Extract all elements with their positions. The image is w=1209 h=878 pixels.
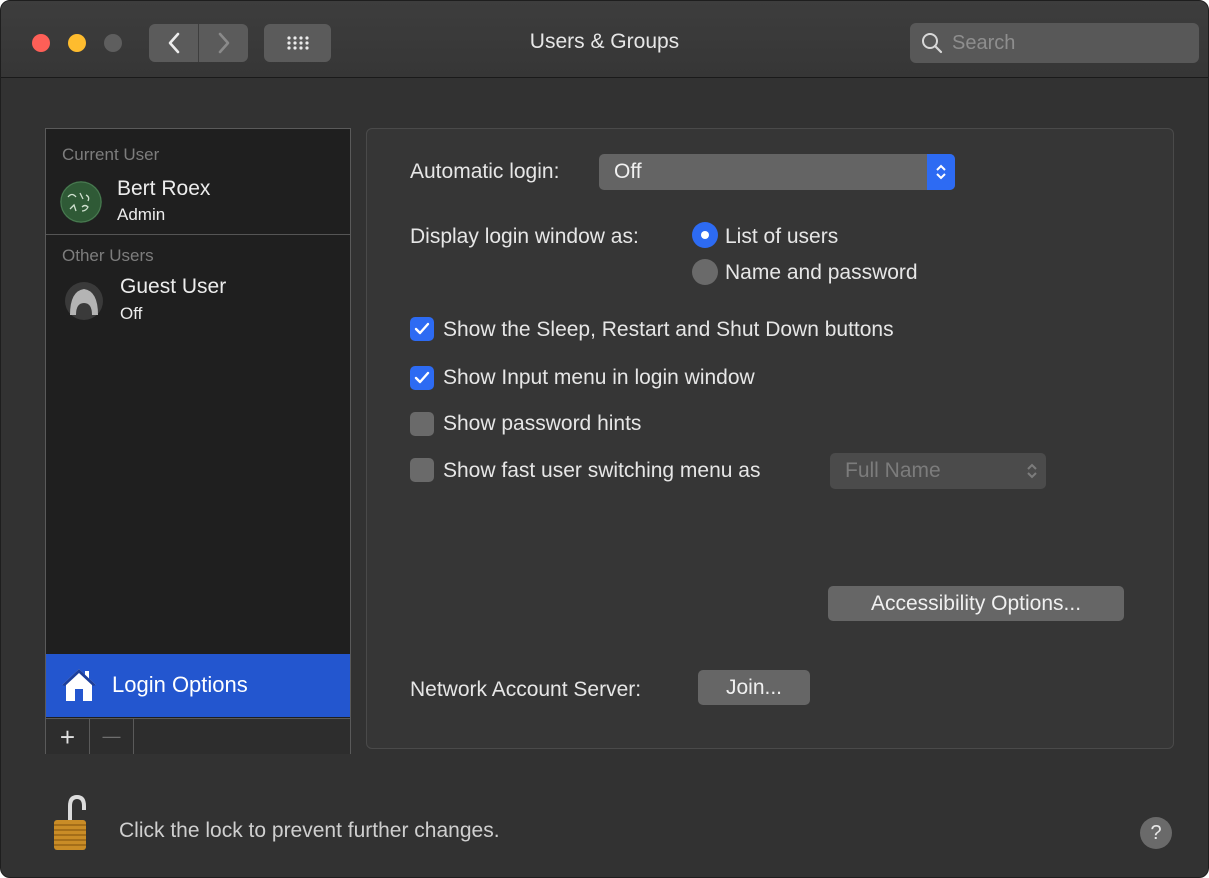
name-and-password-radio[interactable] — [692, 259, 718, 285]
password-hints-label: Show password hints — [443, 412, 642, 435]
checkmark-icon — [414, 371, 430, 384]
list-of-users-radio[interactable] — [692, 222, 718, 248]
checkmark-icon — [414, 322, 430, 335]
guest-user-icon — [65, 282, 103, 320]
guest-user-row[interactable]: Guest User Off — [46, 271, 350, 329]
plus-icon: + — [59, 721, 76, 752]
fast-user-switching-value: Full Name — [845, 459, 941, 482]
name-and-password-label: Name and password — [725, 261, 918, 284]
input-menu-checkbox[interactable] — [410, 366, 434, 390]
title-bar: Users & Groups — [1, 1, 1208, 78]
display-login-label: Display login window as: — [410, 225, 639, 248]
user-avatar — [60, 181, 102, 223]
users-sidebar: Current User Bert Roex Admin Other Users… — [45, 128, 351, 754]
current-user-name: Bert Roex — [117, 177, 211, 200]
login-options-label: Login Options — [112, 672, 248, 697]
help-button[interactable]: ? — [1140, 817, 1172, 849]
sidebar-toolbar: + — — [46, 718, 350, 754]
automatic-login-popup[interactable]: Off — [599, 154, 955, 190]
sleep-restart-label: Show the Sleep, Restart and Shut Down bu… — [443, 318, 894, 341]
join-button[interactable]: Join... — [698, 670, 810, 705]
accessibility-options-button[interactable]: Accessibility Options... — [828, 586, 1124, 621]
input-menu-label: Show Input menu in login window — [443, 366, 755, 389]
fast-user-switching-checkbox[interactable] — [410, 458, 434, 482]
fast-user-switching-label: Show fast user switching menu as — [443, 459, 761, 482]
remove-user-button[interactable]: — — [90, 719, 134, 754]
current-user-role: Admin — [117, 205, 166, 224]
lock-icon[interactable] — [52, 794, 88, 852]
guest-user-name: Guest User — [120, 275, 227, 298]
sidebar-divider — [46, 234, 350, 235]
minus-icon: — — [102, 726, 121, 746]
automatic-login-value: Off — [614, 160, 642, 183]
login-options-panel: Automatic login: Off Display login windo… — [366, 128, 1174, 749]
current-user-header: Current User — [62, 145, 160, 164]
sleep-restart-checkbox[interactable] — [410, 317, 434, 341]
network-account-server-label: Network Account Server: — [410, 678, 642, 701]
search-field[interactable] — [910, 23, 1199, 63]
popup-arrows-icon — [927, 154, 955, 190]
current-user-row[interactable]: Bert Roex Admin — [46, 173, 350, 231]
other-users-header: Other Users — [62, 246, 154, 265]
fast-user-switching-popup[interactable]: Full Name — [830, 453, 1046, 489]
preferences-window: Users & Groups Current User Bert Roex Ad… — [0, 0, 1209, 878]
search-icon — [922, 33, 943, 54]
list-of-users-label: List of users — [725, 225, 839, 248]
lock-message: Click the lock to prevent further change… — [119, 819, 500, 842]
guest-user-status: Off — [120, 304, 143, 323]
login-options-item[interactable]: Login Options — [46, 654, 350, 717]
password-hints-checkbox[interactable] — [410, 412, 434, 436]
popup-arrows-icon — [1018, 453, 1046, 489]
automatic-login-label: Automatic login: — [410, 160, 560, 183]
add-user-button[interactable]: + — [46, 719, 90, 754]
search-input[interactable] — [952, 23, 1192, 63]
home-icon — [62, 669, 96, 701]
